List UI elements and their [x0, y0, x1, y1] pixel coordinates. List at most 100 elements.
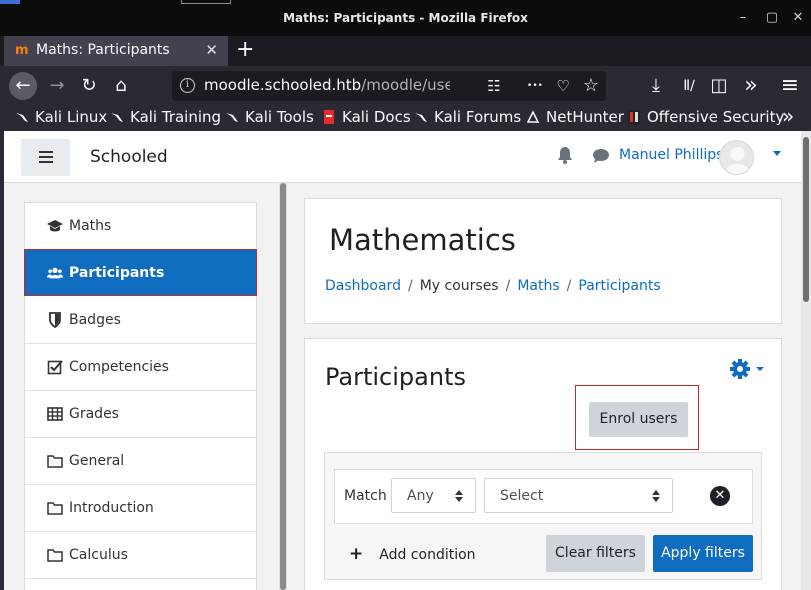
messages-icon[interactable]	[592, 148, 610, 164]
tab-close-icon[interactable]: ✕	[205, 41, 218, 59]
sidebar-icon[interactable]: ◫	[705, 72, 733, 100]
maximize-button[interactable]: ▢	[763, 9, 781, 27]
breadcrumb-my-courses: My courses	[419, 278, 499, 294]
sidebar-item-label: Badges	[69, 312, 121, 328]
match-label: Match	[344, 488, 387, 504]
navigation-toolbar: ← → ↻ ⌂ i moodle.schooled.htb/moodle/use…	[0, 66, 811, 106]
table-icon	[47, 407, 63, 421]
bookmark-kali-docs[interactable]: Kali Docs	[322, 108, 411, 126]
match-select[interactable]: Any	[391, 478, 476, 513]
breadcrumb-separator: /	[505, 278, 511, 294]
bookmark-kali-forums[interactable]: Kali Forums	[414, 108, 521, 126]
tab-maths-participants[interactable]: m Maths: Participants ✕	[4, 36, 228, 66]
breadcrumb-separator: /	[407, 278, 413, 294]
sidebar-item-badges[interactable]: Badges	[25, 297, 256, 344]
sidebar-item-grades[interactable]: Grades	[25, 391, 256, 438]
sidebar-item-participants[interactable]: Participants	[24, 249, 257, 296]
sidebar-item-label: Maths	[69, 218, 112, 234]
bookmark-kali-training[interactable]: Kali Training	[110, 108, 221, 126]
reload-button[interactable]: ↻	[75, 72, 103, 100]
kali-dragon-icon	[16, 113, 28, 122]
user-avatar[interactable]	[719, 140, 754, 175]
drawer-scrollbar[interactable]	[279, 183, 287, 590]
bookmarks-toolbar: Kali Linux Kali Training Kali Tools Kali…	[0, 104, 811, 130]
url-bar[interactable]: i moodle.schooled.htb/moodle/user/inc ☷ …	[172, 71, 606, 101]
sidebar-item-introduction[interactable]: Introduction	[25, 485, 256, 532]
new-tab-button[interactable]: +	[236, 38, 254, 62]
sidebar-item-competencies[interactable]: Competencies	[25, 344, 256, 391]
overflow-menu-icon[interactable]: »	[737, 72, 765, 100]
participants-card: Participants Enrol users Match Any Selec…	[304, 338, 782, 590]
gear-icon[interactable]	[729, 358, 769, 380]
sidebar-item-maths[interactable]: Maths	[25, 203, 256, 250]
close-window-button[interactable]: ✕	[789, 9, 807, 27]
participants-heading: Participants	[325, 363, 466, 391]
filter-type-select[interactable]: Select	[484, 478, 673, 513]
plus-icon: +	[349, 544, 364, 564]
reader-view-icon[interactable]: ☷	[483, 75, 505, 97]
sidebar-item-label: Grades	[69, 406, 119, 422]
shield-icon	[49, 312, 61, 328]
bookmark-offensive-security[interactable]: Offensive Security	[627, 108, 784, 126]
select-arrows-icon	[652, 490, 660, 502]
tab-strip: m Maths: Participants ✕ +	[0, 36, 811, 66]
offensive-security-icon	[628, 110, 640, 124]
desktop-panel-strip	[0, 0, 811, 4]
sidebar-item-general[interactable]: General	[25, 438, 256, 485]
filter-panel: Match Any Select ✕ + Add condition Clear …	[324, 452, 762, 580]
breadcrumb-maths[interactable]: Maths	[517, 278, 559, 294]
library-icon[interactable]: Ⅱ∕	[675, 72, 703, 100]
sidebar-item-label: Introduction	[69, 500, 154, 516]
home-button[interactable]: ⌂	[107, 72, 135, 100]
window-titlebar: Maths: Participants - Mozilla Firefox – …	[0, 0, 811, 36]
breadcrumb-dashboard[interactable]: Dashboard	[325, 278, 401, 294]
add-condition-button[interactable]: + Add condition	[349, 544, 476, 564]
sidebar-item-label: Calculus	[69, 547, 128, 563]
moodle-navbar: Schooled Manuel Phillips	[4, 131, 801, 183]
page-actions-icon[interactable]: •••	[524, 75, 546, 97]
enrol-users-button[interactable]: Enrol users	[589, 402, 688, 437]
course-header-card: Mathematics Dashboard / My courses / Maths / P…	[304, 198, 782, 324]
folder-icon	[47, 502, 63, 515]
bookmarks-overflow-button[interactable]: »	[782, 104, 794, 128]
check-square-icon	[47, 360, 63, 375]
drawer-toggle-button[interactable]	[21, 139, 70, 176]
tab-label: Maths: Participants	[36, 42, 170, 58]
pocket-icon[interactable]: ♡	[552, 75, 574, 97]
breadcrumb-participants[interactable]: Participants	[578, 278, 660, 294]
back-button[interactable]: ←	[9, 72, 37, 100]
window-title: Maths: Participants - Mozilla Firefox	[283, 11, 528, 25]
site-name[interactable]: Schooled	[90, 147, 168, 167]
users-icon	[47, 267, 63, 279]
bookmark-star-icon[interactable]: ☆	[580, 75, 602, 97]
downloads-icon[interactable]: ⤓	[642, 72, 670, 100]
filter-row: Match Any Select ✕	[334, 469, 753, 524]
apply-filters-button[interactable]: Apply filters	[653, 535, 753, 572]
clear-filters-button[interactable]: Clear filters	[546, 535, 645, 572]
sidebar-item-label: Competencies	[69, 359, 169, 375]
bookmark-kali-linux[interactable]: Kali Linux	[15, 108, 107, 126]
kali-dragon-icon	[111, 113, 123, 122]
user-name[interactable]: Manuel Phillips	[619, 147, 723, 163]
page-content: Schooled Manuel Phillips Maths Participa…	[4, 131, 801, 590]
default-user-picture-icon	[724, 147, 751, 174]
remove-condition-icon[interactable]: ✕	[710, 486, 730, 506]
bookmark-nethunter[interactable]: NetHunter	[526, 108, 624, 126]
user-menu-caret-icon[interactable]	[773, 151, 781, 156]
page-title: Mathematics	[329, 223, 516, 257]
url-text[interactable]: moodle.schooled.htb/moodle/user/inc	[204, 76, 450, 94]
page-scrollbar[interactable]	[801, 131, 811, 590]
sidebar-item-calculus[interactable]: Calculus	[25, 532, 256, 579]
nethunter-icon	[526, 110, 540, 123]
kali-dragon-icon	[415, 113, 427, 122]
moodle-favicon-icon: m	[15, 43, 29, 58]
folder-icon	[47, 549, 63, 562]
notification-bell-icon[interactable]	[557, 146, 573, 164]
kali-dragon-icon	[226, 113, 238, 122]
minimize-button[interactable]: –	[734, 9, 752, 27]
hamburger-menu-icon[interactable]: ≡	[776, 72, 804, 100]
forward-button[interactable]: →	[43, 72, 71, 100]
site-info-icon[interactable]: i	[180, 78, 195, 93]
sidebar-item-label: General	[69, 453, 125, 469]
bookmark-kali-tools[interactable]: Kali Tools	[225, 108, 314, 126]
